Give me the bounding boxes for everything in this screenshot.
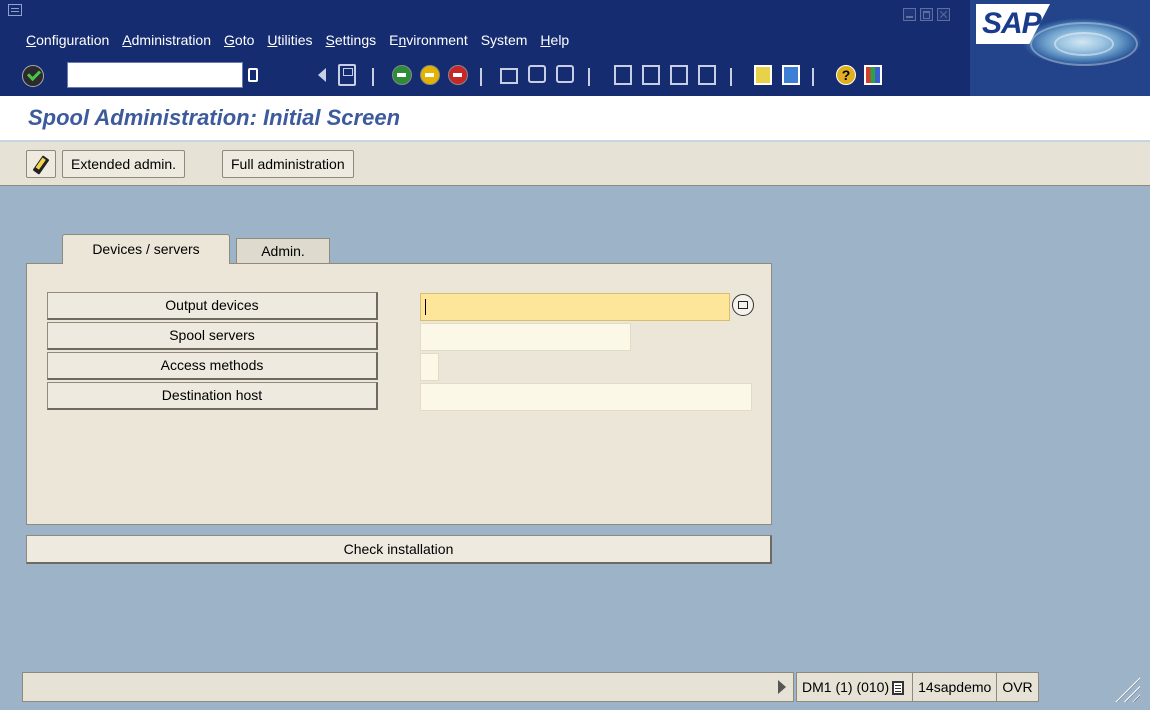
last-page-icon[interactable] — [698, 65, 716, 85]
title-bar: Spool Administration: Initial Screen — [0, 96, 1150, 142]
find-icon[interactable] — [528, 65, 546, 83]
create-session-icon[interactable] — [754, 65, 772, 85]
close-icon[interactable] — [937, 8, 950, 21]
sap-logo-text: SAP — [982, 7, 1042, 40]
status-message — [22, 672, 794, 702]
server-name: 14sapdemo — [913, 673, 998, 701]
value-help-icon[interactable] — [732, 294, 754, 316]
page-title: Spool Administration: Initial Screen — [28, 105, 401, 130]
edit-button[interactable] — [26, 150, 56, 178]
system-list-icon[interactable] — [892, 681, 905, 696]
access-methods-input[interactable] — [420, 353, 439, 381]
check-installation-button[interactable]: Check installation — [26, 535, 772, 564]
back-arrow-icon[interactable] — [318, 68, 326, 82]
next-page-icon[interactable] — [670, 65, 688, 85]
menu-goto[interactable]: Goto — [224, 32, 254, 52]
destination-host-button[interactable]: Destination host — [47, 382, 378, 410]
sap-logo: SAP — [976, 4, 1050, 44]
system-id: DM1 (1) (010) — [802, 679, 890, 695]
output-devices-input[interactable] — [420, 293, 730, 321]
full-administration-button[interactable]: Full administration — [222, 150, 354, 178]
output-devices-button[interactable]: Output devices — [47, 292, 378, 320]
resize-grip-icon[interactable] — [1112, 674, 1140, 702]
status-expand-icon[interactable] — [778, 680, 786, 694]
toolbar-separator — [812, 68, 814, 86]
system-info: DM1 (1) (010) — [797, 673, 914, 701]
exit-icon[interactable] — [420, 65, 440, 85]
menu-utilities[interactable]: Utilities — [267, 32, 312, 52]
menu-administration[interactable]: Administration — [122, 32, 211, 52]
toolbar-separator — [480, 68, 482, 86]
access-methods-button[interactable]: Access methods — [47, 352, 378, 380]
command-field[interactable] — [67, 62, 243, 88]
tab-admin[interactable]: Admin. — [236, 238, 330, 264]
toolbar-separator — [730, 68, 732, 86]
spool-servers-input[interactable] — [420, 323, 631, 351]
status-bar: DM1 (1) (010) 14sapdemo OVR — [0, 672, 1150, 710]
menu-environment[interactable]: Environment — [389, 32, 468, 52]
spool-servers-button[interactable]: Spool servers — [47, 322, 378, 350]
menu-help[interactable]: Help — [540, 32, 569, 52]
find-next-icon[interactable] — [556, 65, 574, 83]
help-icon[interactable]: ? — [836, 65, 856, 85]
cancel-icon[interactable] — [448, 65, 468, 85]
extended-admin-button[interactable]: Extended admin. — [62, 150, 186, 178]
shortcut-icon[interactable] — [782, 65, 800, 85]
menu-settings[interactable]: Settings — [326, 32, 377, 52]
minimize-icon[interactable] — [903, 8, 916, 21]
command-history-icon[interactable] — [248, 68, 258, 82]
application-toolbar: Extended admin. Full administration — [0, 142, 1150, 186]
pencil-icon — [32, 155, 50, 175]
toolbar-separator — [372, 68, 374, 86]
menu-configuration[interactable]: Configuration — [26, 32, 109, 52]
print-icon[interactable] — [500, 68, 518, 84]
toolbar-separator — [588, 68, 590, 86]
window-controls — [903, 8, 950, 21]
window-menu-icon[interactable] — [8, 4, 22, 16]
back-icon[interactable] — [392, 65, 412, 85]
maximize-icon[interactable] — [920, 8, 933, 21]
save-icon[interactable] — [338, 64, 356, 86]
previous-page-icon[interactable] — [642, 65, 660, 85]
menu-system[interactable]: System — [481, 32, 528, 52]
tab-devices-servers[interactable]: Devices / servers — [62, 234, 230, 264]
menu-items: Configuration Administration Goto Utilit… — [26, 32, 582, 52]
enter-icon[interactable] — [22, 65, 44, 87]
destination-host-input[interactable] — [420, 383, 752, 411]
sap-wave-graphic: SAP — [970, 0, 1150, 96]
status-fields: DM1 (1) (010) 14sapdemo OVR — [796, 672, 1039, 702]
first-page-icon[interactable] — [614, 65, 632, 85]
layout-menu-icon[interactable] — [864, 65, 882, 85]
input-mode[interactable]: OVR — [997, 673, 1037, 701]
